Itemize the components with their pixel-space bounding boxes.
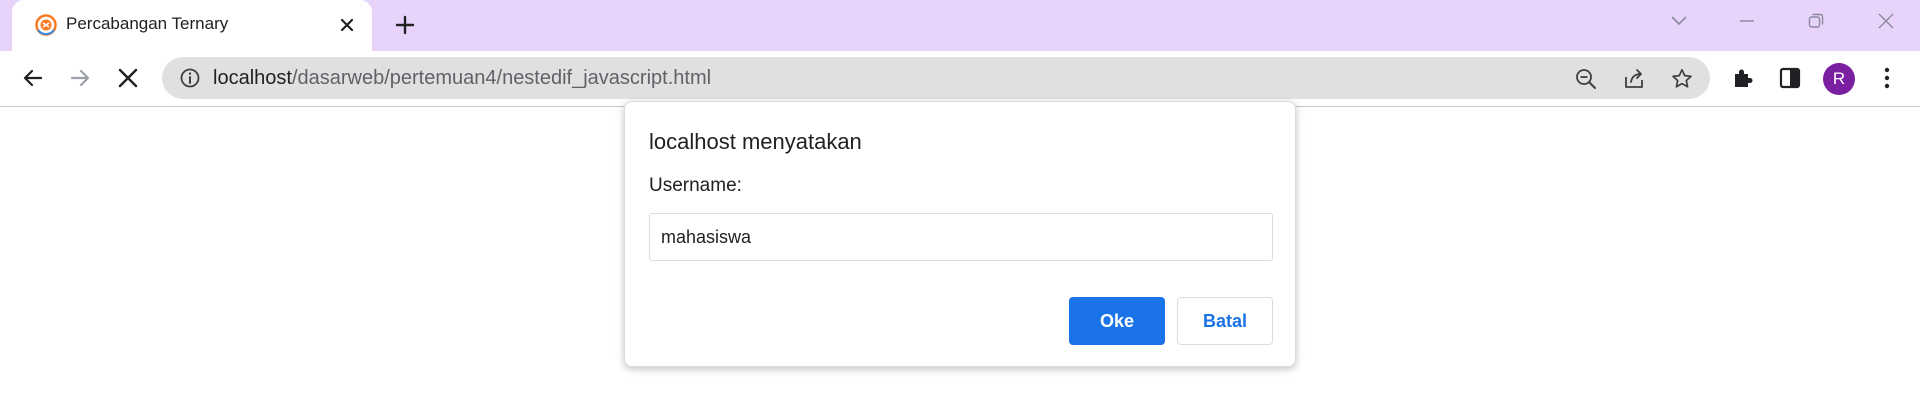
arrow-left-icon xyxy=(23,69,43,87)
browser-toolbar: localhost/dasarweb/pertemuan4/nestedif_j… xyxy=(0,51,1920,107)
close-window-button[interactable] xyxy=(1871,8,1901,34)
share-icon[interactable] xyxy=(1621,66,1647,92)
dialog-message: Username: xyxy=(649,175,742,196)
stop-button[interactable] xyxy=(111,61,145,95)
minimize-icon xyxy=(1740,20,1754,22)
xampp-icon xyxy=(34,13,58,37)
profile-avatar[interactable]: R xyxy=(1823,63,1855,95)
side-panel-icon xyxy=(1779,67,1801,89)
url-text[interactable]: localhost/dasarweb/pertemuan4/nestedif_j… xyxy=(213,67,711,90)
extensions-button[interactable] xyxy=(1726,61,1760,95)
minimize-button[interactable] xyxy=(1732,8,1762,34)
arrow-right-icon xyxy=(70,69,90,87)
plus-icon xyxy=(395,15,415,35)
chevron-down-icon xyxy=(1671,16,1687,26)
tab-search-button[interactable] xyxy=(1664,8,1694,34)
cancel-button[interactable]: Batal xyxy=(1177,297,1273,345)
back-button[interactable] xyxy=(16,61,50,95)
site-info-icon[interactable] xyxy=(178,66,202,90)
ok-button[interactable]: Oke xyxy=(1069,297,1165,345)
close-icon xyxy=(1878,13,1894,29)
url-path: /dasarweb/pertemuan4/nestedif_javascript… xyxy=(291,67,712,89)
prompt-dialog: localhost menyatakan Username: Oke Batal xyxy=(624,101,1296,367)
address-bar[interactable]: localhost/dasarweb/pertemuan4/nestedif_j… xyxy=(162,57,1710,99)
stop-loading-icon xyxy=(118,68,138,88)
url-host: localhost xyxy=(213,67,292,89)
username-input[interactable] xyxy=(649,213,1273,261)
browser-tab[interactable]: Percabangan Ternary xyxy=(12,0,372,51)
forward-button[interactable] xyxy=(63,61,97,95)
side-panel-button[interactable] xyxy=(1773,61,1807,95)
menu-button[interactable] xyxy=(1870,61,1904,95)
tab-strip: Percabangan Ternary xyxy=(0,0,1920,51)
dialog-title: localhost menyatakan xyxy=(649,129,862,154)
zoom-out-icon[interactable] xyxy=(1573,66,1599,92)
tab-close-icon[interactable] xyxy=(334,12,360,38)
puzzle-icon xyxy=(1735,69,1753,87)
restore-icon xyxy=(1808,13,1824,28)
more-vertical-icon xyxy=(1884,67,1890,89)
tab-title: Percabangan Ternary xyxy=(66,14,229,33)
restore-button[interactable] xyxy=(1801,8,1831,34)
bookmark-star-icon[interactable] xyxy=(1669,66,1695,92)
new-tab-button[interactable] xyxy=(390,10,420,40)
